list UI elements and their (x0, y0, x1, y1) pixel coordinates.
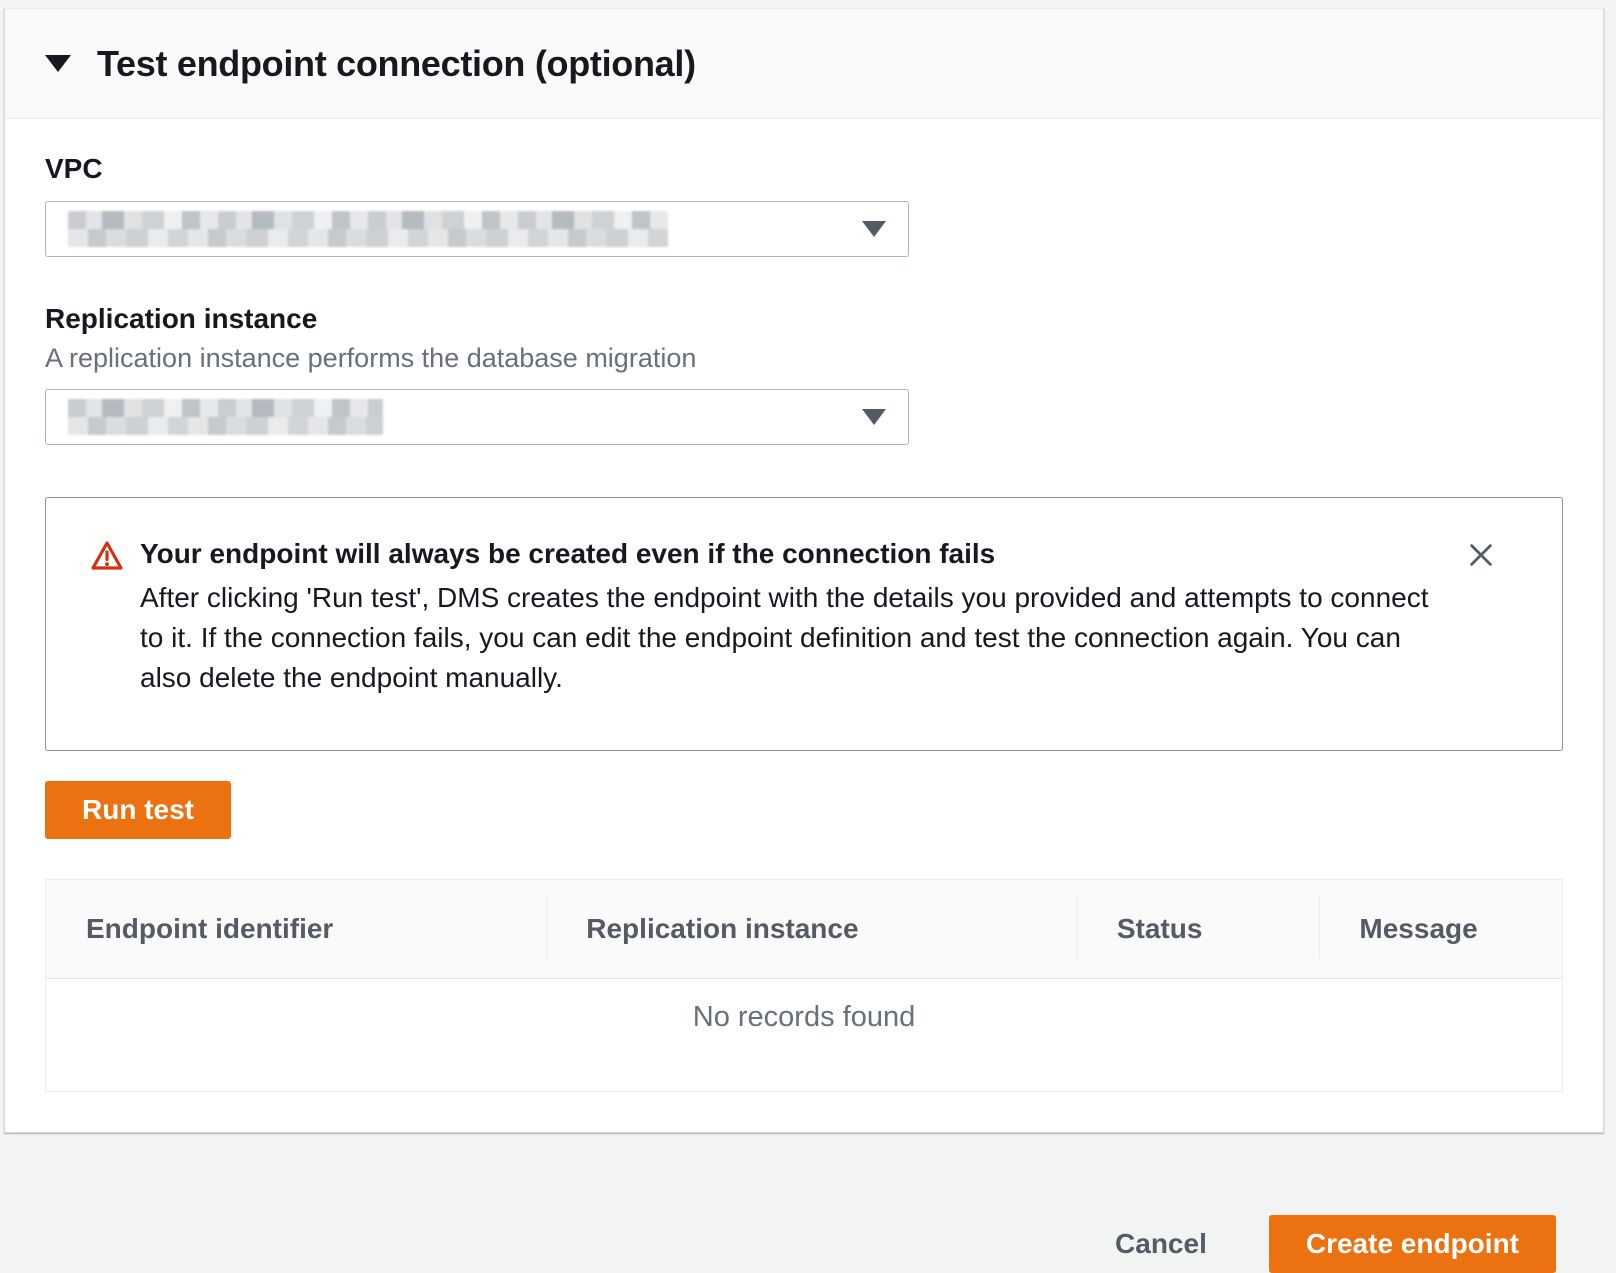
alert-body: After clicking 'Run test', DMS creates t… (140, 578, 1450, 698)
panel-header[interactable]: Test endpoint connection (optional) (5, 9, 1603, 119)
page: Test endpoint connection (optional) VPC … (0, 8, 1616, 1266)
empty-state-text: No records found (693, 1001, 915, 1034)
column-header-message: Message (1319, 913, 1562, 945)
connection-warning-alert: Your endpoint will always be created eve… (45, 497, 1563, 751)
close-icon[interactable] (1462, 536, 1500, 574)
vpc-field: VPC (45, 151, 1563, 257)
test-endpoint-panel: Test endpoint connection (optional) VPC … (4, 8, 1604, 1133)
cancel-button[interactable]: Cancel (1115, 1228, 1207, 1260)
footer-actions: Cancel Create endpoint (0, 1133, 1616, 1273)
connection-results-table: Endpoint identifier Replication instance… (45, 879, 1563, 1092)
alert-content: Your endpoint will always be created eve… (140, 536, 1450, 698)
redacted-replication-value (68, 399, 383, 435)
table-empty-row: No records found (46, 979, 1562, 1091)
panel-body: VPC Replication instance A replication i… (5, 119, 1603, 1132)
run-test-button[interactable]: Run test (45, 781, 231, 839)
vpc-label: VPC (45, 151, 1563, 187)
column-header-replication-instance: Replication instance (546, 913, 1077, 945)
replication-instance-select[interactable] (45, 389, 909, 445)
vpc-select[interactable] (45, 201, 909, 257)
caret-down-icon (862, 221, 886, 237)
caret-down-icon (862, 409, 886, 425)
column-header-status: Status (1077, 913, 1320, 945)
panel-title: Test endpoint connection (optional) (97, 43, 696, 85)
collapse-caret-icon[interactable] (45, 55, 71, 72)
alert-title: Your endpoint will always be created eve… (140, 536, 1450, 572)
replication-instance-description: A replication instance performs the data… (45, 341, 1563, 375)
redacted-vpc-value (68, 211, 668, 247)
replication-instance-field: Replication instance A replication insta… (45, 301, 1563, 445)
column-header-endpoint-identifier: Endpoint identifier (46, 913, 546, 945)
warning-triangle-icon (90, 540, 124, 571)
replication-instance-label: Replication instance (45, 301, 1563, 337)
table-header-row: Endpoint identifier Replication instance… (46, 880, 1562, 979)
create-endpoint-button[interactable]: Create endpoint (1269, 1215, 1556, 1273)
